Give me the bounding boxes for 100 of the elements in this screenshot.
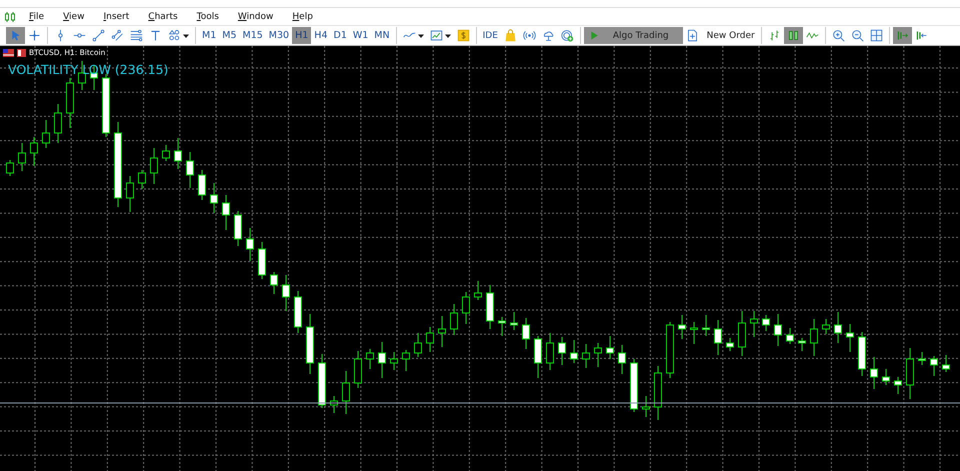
autoscroll-icon (896, 29, 909, 42)
candle (6, 160, 14, 176)
candle (198, 170, 206, 200)
timeframe-button[interactable]: H4 (311, 27, 330, 44)
timeframe-button[interactable]: M30 (266, 27, 292, 44)
candle (798, 338, 806, 352)
candle (774, 314, 782, 346)
candle (810, 318, 818, 356)
candle (234, 210, 242, 246)
grid-icon (870, 29, 883, 42)
candle (222, 194, 230, 230)
signal-waves-icon (522, 29, 536, 42)
candle (30, 136, 38, 166)
candle (270, 272, 278, 294)
algo-trading-button[interactable]: Algo Trading (584, 27, 683, 44)
flag-icon (3, 48, 14, 56)
candle (582, 344, 590, 368)
candle (786, 328, 794, 344)
candle (894, 376, 902, 394)
menu-item[interactable]: Window (230, 12, 284, 22)
menu-item[interactable]: Help (284, 12, 324, 22)
timeframe-button[interactable]: MN (371, 27, 393, 44)
candle (258, 242, 266, 280)
trend-line-icon (92, 29, 105, 42)
zoom-out-icon (850, 29, 864, 42)
candle (330, 396, 338, 414)
candle (702, 314, 710, 336)
candle (390, 352, 398, 370)
candle (402, 350, 410, 372)
timeframe-button[interactable]: M5 (219, 27, 240, 44)
timeframe-button[interactable]: D1 (330, 27, 350, 44)
menu-item[interactable]: Tools (188, 12, 230, 22)
candle (846, 324, 854, 352)
candle (162, 144, 170, 162)
candle (606, 336, 614, 360)
candle (726, 338, 734, 352)
candle (666, 322, 674, 378)
candle (618, 344, 626, 374)
parallel-lines-icon (111, 29, 124, 42)
candle (294, 290, 302, 334)
candle (246, 228, 254, 262)
menu-item[interactable]: View (55, 12, 96, 22)
candle (462, 292, 470, 324)
candle (450, 304, 458, 336)
candlestick-button[interactable] (784, 27, 803, 44)
chart-window-icon (430, 29, 443, 42)
timeframe-button[interactable]: W1 (350, 27, 372, 44)
candle (414, 332, 422, 358)
candle (378, 342, 386, 378)
candle (522, 318, 530, 350)
candle (42, 120, 50, 148)
candle (66, 78, 74, 128)
candle (630, 358, 638, 412)
candle (678, 314, 686, 340)
candle (690, 322, 698, 344)
candle (558, 336, 566, 366)
candle (714, 320, 722, 356)
candle (174, 138, 182, 170)
candle (54, 104, 62, 144)
candle (834, 312, 842, 344)
candle (342, 370, 350, 414)
shapes-icon (168, 29, 181, 42)
candle (498, 316, 506, 336)
cloud-icon (542, 29, 555, 42)
crosshair-icon (28, 29, 41, 42)
candle (510, 312, 518, 330)
caret-icon (183, 32, 189, 38)
candle (186, 152, 194, 188)
candle (654, 366, 662, 420)
timeframe-button[interactable]: M1 (199, 27, 220, 44)
candle (366, 348, 374, 370)
candle (306, 314, 314, 374)
chart-icon (17, 48, 26, 56)
candle (642, 396, 650, 418)
bar-chart-icon (768, 29, 781, 42)
menu-item[interactable]: File (21, 12, 56, 22)
candle (318, 354, 326, 408)
autoscroll-button[interactable] (892, 27, 912, 44)
menu-item[interactable]: Insert (95, 12, 140, 22)
globe-plus-icon (560, 29, 574, 42)
candle (546, 332, 554, 370)
chart-shift-icon (914, 29, 928, 42)
menu-item[interactable]: Charts (140, 12, 189, 22)
timeframe-button[interactable]: M15 (240, 27, 266, 44)
new-order-button[interactable]: New Order (682, 27, 758, 44)
candle (282, 274, 290, 312)
caret-icon (418, 32, 424, 38)
candle (486, 284, 494, 330)
candle (426, 326, 434, 352)
candle (942, 354, 950, 372)
candle (870, 356, 878, 390)
fibonacci-lines-icon (130, 29, 143, 42)
ide-button[interactable]: IDE (480, 27, 501, 44)
candle (210, 182, 218, 214)
shopping-bag-icon (504, 29, 517, 42)
candle (126, 176, 134, 212)
candle (534, 336, 542, 378)
candle (930, 356, 938, 376)
candle (438, 316, 446, 348)
zoom-in-icon (832, 29, 845, 42)
